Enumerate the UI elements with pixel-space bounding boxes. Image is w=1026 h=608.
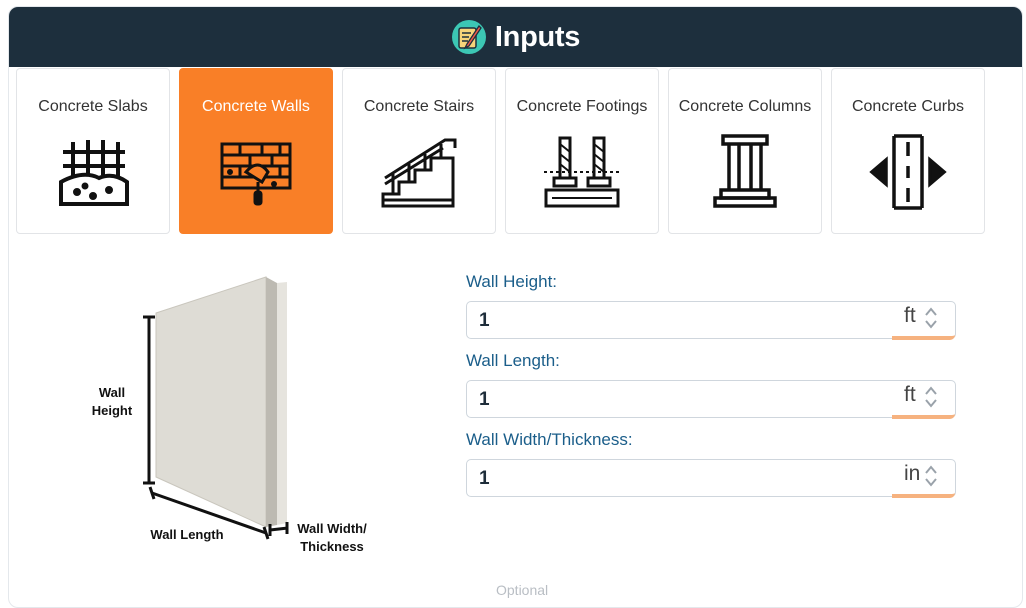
wall-width-label: Wall Width/ — [297, 521, 367, 536]
tab-concrete-columns[interactable]: Concrete Columns — [668, 68, 822, 234]
chevron-updown-icon — [925, 307, 937, 329]
tab-label: Concrete Slabs — [38, 98, 148, 115]
wall-length-unit-select[interactable]: ft — [892, 381, 955, 419]
tab-concrete-curbs[interactable]: Concrete Curbs — [831, 68, 985, 234]
chevron-updown-icon — [925, 386, 937, 408]
wall-width-unit-select[interactable]: in — [892, 460, 955, 498]
wall-dimension-diagram: Wall Height Wall Length Wall Width/ Thic… — [92, 276, 367, 554]
wall-height-input[interactable] — [479, 310, 859, 332]
tab-concrete-footings[interactable]: Concrete Footings — [505, 68, 659, 234]
wall-height-unit-select[interactable]: ft — [892, 302, 955, 340]
wall-length-input[interactable] — [479, 389, 859, 411]
unit-value: ft — [904, 304, 916, 327]
tab-label: Concrete Walls — [202, 98, 310, 115]
pencil-ruler-icon — [451, 20, 486, 54]
wall-height-label: Wall Height: — [466, 272, 558, 291]
wall-height-label: Wall — [99, 385, 125, 400]
stairs-icon — [381, 138, 457, 208]
wall-width-field: in — [466, 459, 956, 498]
column-icon — [713, 134, 777, 208]
wall-trowel-icon — [220, 142, 292, 206]
slab-icon — [59, 140, 129, 206]
wall-height-label: Height — [92, 403, 133, 418]
wall-length-label: Wall Length — [150, 527, 223, 542]
unit-value: ft — [904, 383, 916, 406]
tab-label: Concrete Footings — [516, 98, 648, 115]
wall-inputs-form: Wall Height: ft Wall Length: ft Wall Wid… — [466, 270, 956, 507]
tab-label: Concrete Stairs — [363, 98, 475, 115]
inputs-header: Inputs — [9, 7, 1022, 67]
wall-width-input[interactable] — [479, 468, 859, 490]
footing-icon — [544, 136, 620, 208]
page-title: Inputs — [494, 20, 581, 53]
wall-length-field: ft — [466, 380, 956, 419]
wall-length-label: Wall Length: — [466, 351, 560, 370]
calculator-tabs: Concrete Slabs Concrete Walls Concrete S… — [16, 68, 985, 234]
wall-height-field: ft — [466, 301, 956, 340]
tab-label: Concrete Curbs — [851, 98, 965, 115]
tab-concrete-walls[interactable]: Concrete Walls — [179, 68, 333, 234]
tab-concrete-stairs[interactable]: Concrete Stairs — [342, 68, 496, 234]
tab-concrete-slabs[interactable]: Concrete Slabs — [16, 68, 170, 234]
chevron-updown-icon — [925, 465, 937, 487]
tab-label: Concrete Columns — [678, 98, 812, 115]
wall-width-label: Thickness — [300, 539, 364, 554]
wall-width-label: Wall Width/Thickness: — [466, 430, 633, 449]
unit-value: in — [904, 462, 921, 485]
curb-icon — [869, 134, 947, 210]
optional-section-hint: Optional — [496, 582, 549, 598]
